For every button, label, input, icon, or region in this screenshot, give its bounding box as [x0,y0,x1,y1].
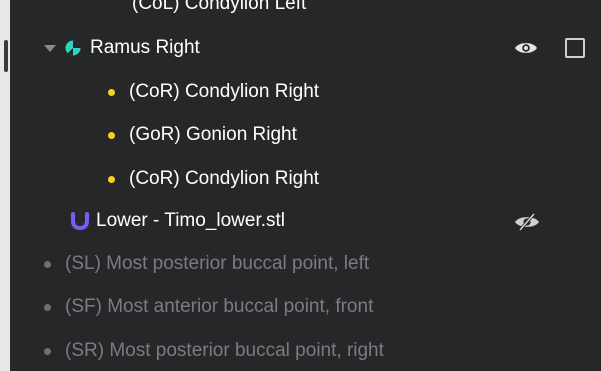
landmark-dot-icon [108,175,115,183]
landmark-dot-icon [44,260,51,268]
landmark-dot-icon [108,88,115,96]
visibility-checkbox[interactable] [565,38,585,58]
tree-item-label: (GoR) Gonion Right [129,124,297,145]
landmark-dot-icon [108,131,115,139]
resize-handle[interactable] [4,40,8,72]
eye-icon[interactable] [514,40,538,56]
tree-item-label: (SF) Most anterior buccal point, front [65,296,374,317]
landmark-dot-icon [44,347,51,355]
tree-item-sf[interactable]: (SF) Most anterior buccal point, front [10,289,601,325]
tree-model-lower[interactable]: Lower - Timo_lower.stl [10,203,601,239]
object-tree-panel: (CoL) Condylion Left Ramus Right (CoR) C… [10,0,601,371]
tree-item-label: (CoL) Condylion Left [132,0,307,14]
window-left-edge [0,0,10,371]
tree-item-cor-right-2[interactable]: (CoR) Condylion Right [10,161,601,197]
chevron-down-icon[interactable] [44,44,56,52]
tree-item-label: (CoR) Condylion Right [129,168,320,189]
ramus-segment-icon [65,40,81,56]
tree-item-sl[interactable]: (SL) Most posterior buccal point, left [10,246,601,282]
tree-item-sr[interactable]: (SR) Most posterior buccal point, right [10,333,601,369]
tree-model-label: Lower - Timo_lower.stl [96,210,286,231]
lower-jaw-u-icon [71,212,89,230]
tree-item-label: (SR) Most posterior buccal point, right [65,340,384,361]
tree-group-label: Ramus Right [90,37,200,58]
tree-item-cor-right[interactable]: (CoR) Condylion Right [10,74,601,110]
tree-group-ramus-right[interactable]: Ramus Right [10,30,601,66]
eye-off-icon[interactable] [514,212,540,232]
tree-item-label: (CoR) Condylion Right [129,81,320,102]
tree-item-gor-right[interactable]: (GoR) Gonion Right [10,117,601,153]
landmark-dot-icon [44,303,51,311]
tree-item-partial[interactable]: (CoL) Condylion Left [10,0,601,22]
tree-item-label: (SL) Most posterior buccal point, left [65,253,370,274]
